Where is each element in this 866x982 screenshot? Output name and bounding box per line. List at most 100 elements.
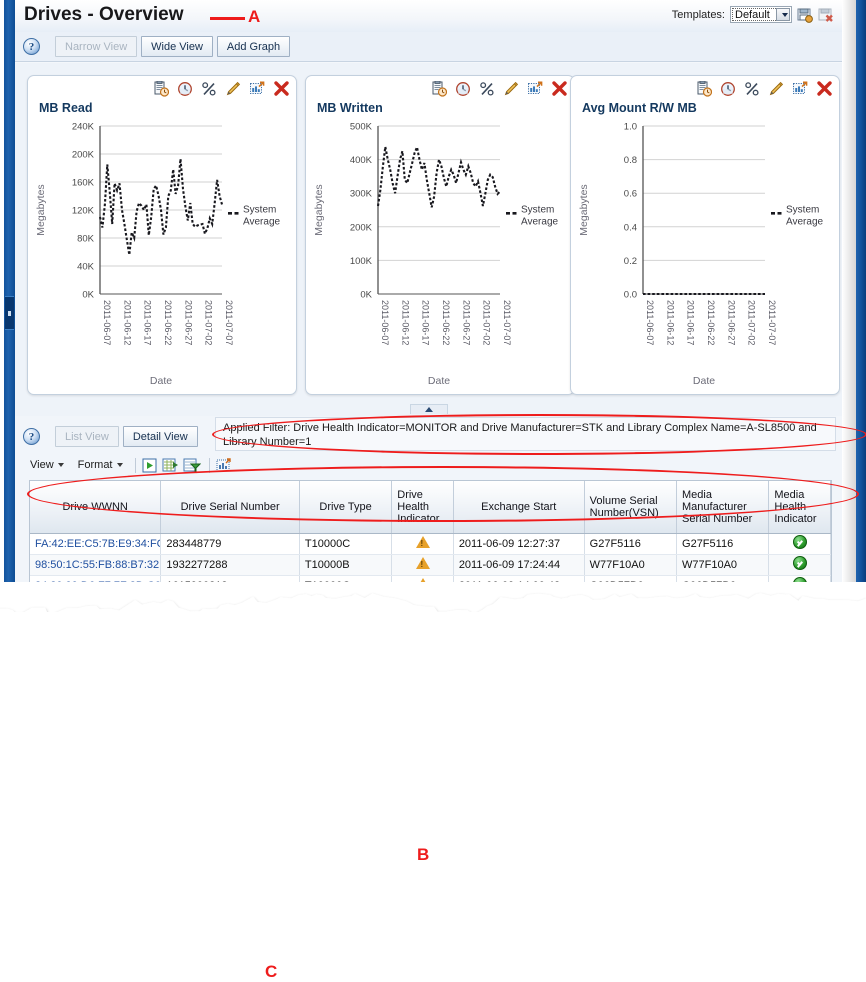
time-range-clock-icon[interactable] <box>177 81 193 100</box>
column-header[interactable]: Media Health Indicator <box>768 481 831 534</box>
svg-text:Megabytes: Megabytes <box>313 184 325 235</box>
list-view-button[interactable]: List View <box>55 426 119 447</box>
help-icon[interactable]: ? <box>23 38 40 55</box>
filter-table-icon[interactable] <box>183 457 201 474</box>
toolbar-divider <box>134 457 136 473</box>
svg-text:Date: Date <box>428 375 450 387</box>
chevron-down-icon[interactable] <box>776 8 790 21</box>
svg-text:Date: Date <box>693 375 715 387</box>
svg-text:2011-06-17: 2011-06-17 <box>143 300 153 345</box>
column-header[interactable]: Drive Health Indicator <box>391 481 454 534</box>
percent-icon[interactable] <box>744 81 760 100</box>
popout-chart-icon[interactable] <box>527 80 543 100</box>
table-header: Drive WWNN Drive Serial Number Drive Type D… <box>30 481 831 534</box>
svg-text:2011-07-02: 2011-07-02 <box>747 300 757 345</box>
wide-view-button[interactable]: Wide View <box>141 36 213 57</box>
detach-table-icon[interactable] <box>215 457 233 474</box>
chart-card-mb-read: MB Read 0K 40K 80K 120K 160K 200K 240K Megabyte… <box>27 75 297 395</box>
edit-pencil-icon[interactable] <box>503 81 519 100</box>
svg-text:400K: 400K <box>350 155 373 166</box>
close-chart-icon[interactable] <box>551 80 568 100</box>
splitter-collapse-up-icon[interactable] <box>409 404 448 414</box>
column-header[interactable]: Drive Type <box>299 481 393 534</box>
cell-exchange-start: 2011-06-09 12:27:37 <box>453 533 585 555</box>
chart-plot-area[interactable]: 0.0 0.2 0.4 0.6 0.8 1.0 Megabytes System Average… <box>571 118 839 390</box>
cell-exchange-start: 2011-06-09 17:24:44 <box>453 554 585 576</box>
svg-text:160K: 160K <box>72 178 95 189</box>
column-header[interactable]: Media Manufacturer Serial Number <box>676 481 770 534</box>
table-menubar: View Format <box>23 454 842 476</box>
edit-pencil-icon[interactable] <box>768 81 784 100</box>
left-panel-expand-handle[interactable] <box>5 296 14 330</box>
cell-media-manufacturer-serial-number: W77F10A0 <box>676 554 770 576</box>
column-header[interactable]: Volume Serial Number(VSN) <box>584 481 678 534</box>
svg-text:2011-06-22: 2011-06-22 <box>706 300 716 345</box>
svg-text:System: System <box>786 204 819 215</box>
format-menu-label: Format <box>77 459 113 471</box>
percent-icon[interactable] <box>479 81 495 100</box>
svg-text:240K: 240K <box>72 122 95 133</box>
delete-template-icon[interactable] <box>818 7 834 23</box>
historical-clipboard-icon[interactable] <box>153 80 170 100</box>
drive-health-warning-icon <box>391 533 454 555</box>
svg-text:1.0: 1.0 <box>624 122 637 133</box>
application-window: Drives - Overview A Templates: Default ?… <box>0 0 866 981</box>
chart-plot-area[interactable]: 0K 100K 200K 300K 400K 500K Megabytes System Ave… <box>306 118 574 390</box>
view-menu[interactable]: View <box>23 457 71 473</box>
chart-title: MB Read <box>39 101 93 115</box>
callout-a-line <box>210 17 245 20</box>
svg-text:0.8: 0.8 <box>624 155 637 166</box>
svg-text:Average: Average <box>521 216 559 227</box>
chart-plot-area[interactable]: 0K 40K 80K 120K 160K 200K 240K Megabytes System A… <box>28 118 296 390</box>
help-icon-lower[interactable]: ? <box>23 428 40 445</box>
close-chart-icon[interactable] <box>816 80 833 100</box>
edit-pencil-icon[interactable] <box>225 81 241 100</box>
cell-drive-type: T10000C <box>299 533 393 555</box>
time-range-clock-icon[interactable] <box>455 81 471 100</box>
view-button-group: Narrow View Wide View Add Graph <box>55 36 294 57</box>
historical-clipboard-icon[interactable] <box>696 80 713 100</box>
template-select[interactable]: Default <box>730 6 792 23</box>
percent-icon[interactable] <box>201 81 217 100</box>
save-template-icon[interactable] <box>797 7 813 23</box>
media-health-ok-icon <box>768 554 831 576</box>
callout-label-a: A <box>248 7 261 26</box>
narrow-view-button[interactable]: Narrow View <box>55 36 138 57</box>
export-spreadsheet-icon[interactable] <box>162 457 180 474</box>
cell-volume-serial-number: W77F10A0 <box>584 554 678 576</box>
toolbar-divider <box>208 457 210 473</box>
format-menu[interactable]: Format <box>71 457 130 473</box>
add-graph-button[interactable]: Add Graph <box>216 36 291 57</box>
cell-drive-wwnn: FA:42:EE:C5:7B:E9:34:FC <box>30 533 162 555</box>
column-header[interactable]: Exchange Start <box>453 481 585 534</box>
table-row[interactable]: 98:50:1C:55:FB:88:B7:32 1932277288 T10000B… <box>30 554 831 576</box>
historical-clipboard-icon[interactable] <box>431 80 448 100</box>
svg-text:Date: Date <box>150 375 172 387</box>
column-header[interactable]: Drive WWNN <box>30 481 162 534</box>
popout-chart-icon[interactable] <box>249 80 265 100</box>
chart-card-mb-written: MB Written 0K 100K 200K 300K 400K 500K Megabyt… <box>305 75 575 395</box>
panel-splitter[interactable] <box>15 404 842 416</box>
cell-media-manufacturer-serial-number: G27F5116 <box>676 533 770 555</box>
time-range-clock-icon[interactable] <box>720 81 736 100</box>
templates-control-group: Templates: Default <box>672 6 834 23</box>
column-header[interactable]: Drive Serial Number <box>160 481 300 534</box>
svg-text:Average: Average <box>786 216 824 227</box>
svg-text:0.6: 0.6 <box>624 189 637 200</box>
chart-card-toolbar <box>431 80 568 100</box>
svg-text:500K: 500K <box>350 122 373 133</box>
detail-view-button[interactable]: Detail View <box>122 426 198 447</box>
cell-drive-wwnn: 98:50:1C:55:FB:88:B7:32 <box>30 554 162 576</box>
table-header-row: Drive WWNN Drive Serial Number Drive Type D… <box>30 481 831 534</box>
callout-label-c: C <box>265 962 278 981</box>
chart-title: MB Written <box>317 101 383 115</box>
chart-title: Avg Mount R/W MB <box>582 101 697 115</box>
svg-text:80K: 80K <box>77 234 95 245</box>
table-row[interactable]: FA:42:EE:C5:7B:E9:34:FC283448779T10000C 2… <box>30 533 831 555</box>
run-report-icon[interactable] <box>141 457 159 474</box>
svg-text:2011-07-02: 2011-07-02 <box>482 300 492 345</box>
close-chart-icon[interactable] <box>273 80 290 100</box>
applied-filter-text: Applied Filter: Drive Health Indicator=M… <box>215 417 836 451</box>
popout-chart-icon[interactable] <box>792 80 808 100</box>
svg-text:2011-06-07: 2011-06-07 <box>102 300 112 345</box>
